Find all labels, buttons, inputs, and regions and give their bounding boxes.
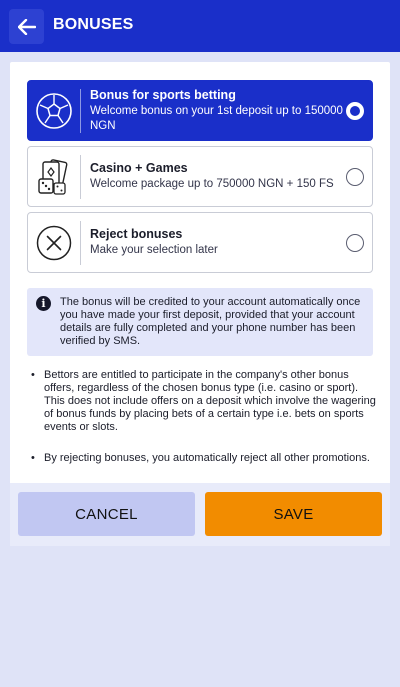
info-box: i The bonus will be credited to your acc…	[27, 288, 373, 356]
option-sports-betting[interactable]: Bonus for sports betting Welcome bonus o…	[27, 80, 373, 141]
option-reject-bonuses[interactable]: Reject bonuses Make your selection later	[27, 212, 373, 273]
radio-sports-betting[interactable]	[346, 101, 364, 120]
info-text: The bonus will be credited to your accou…	[60, 296, 361, 347]
top-bar: BONUSES	[0, 0, 400, 52]
bullet: •	[31, 452, 35, 464]
cards-dice-icon	[38, 158, 68, 195]
option-subtitle: Welcome bonus on your 1st deposit up to …	[90, 104, 343, 132]
option-title: Casino + Games	[90, 161, 188, 175]
bonus-card: Bonus for sports betting Welcome bonus o…	[10, 62, 390, 546]
radio-reject-bonuses[interactable]	[346, 233, 364, 252]
option-title: Bonus for sports betting	[90, 87, 236, 102]
page-title: BONUSES	[53, 16, 134, 33]
save-button[interactable]: SAVE	[205, 492, 382, 536]
soccer-ball-icon	[36, 92, 72, 129]
option-casino-games[interactable]: Casino + Games Welcome package up to 750…	[27, 146, 373, 207]
reject-x-icon	[36, 225, 72, 260]
radio-casino-games[interactable]	[346, 167, 364, 186]
info-icon: i	[36, 296, 51, 311]
option-title: Reject bonuses	[90, 227, 183, 241]
note-text: By rejecting bonuses, you automatically …	[44, 452, 370, 464]
cancel-button[interactable]: CANCEL	[18, 492, 195, 536]
arrow-left-icon	[17, 18, 36, 35]
note-text: Bettors are entitled to participate in t…	[44, 369, 376, 433]
bullet: •	[31, 369, 35, 381]
option-subtitle: Make your selection later	[90, 244, 218, 256]
option-subtitle: Welcome package up to 750000 NGN + 150 F…	[90, 178, 334, 190]
back-button[interactable]	[9, 9, 44, 44]
